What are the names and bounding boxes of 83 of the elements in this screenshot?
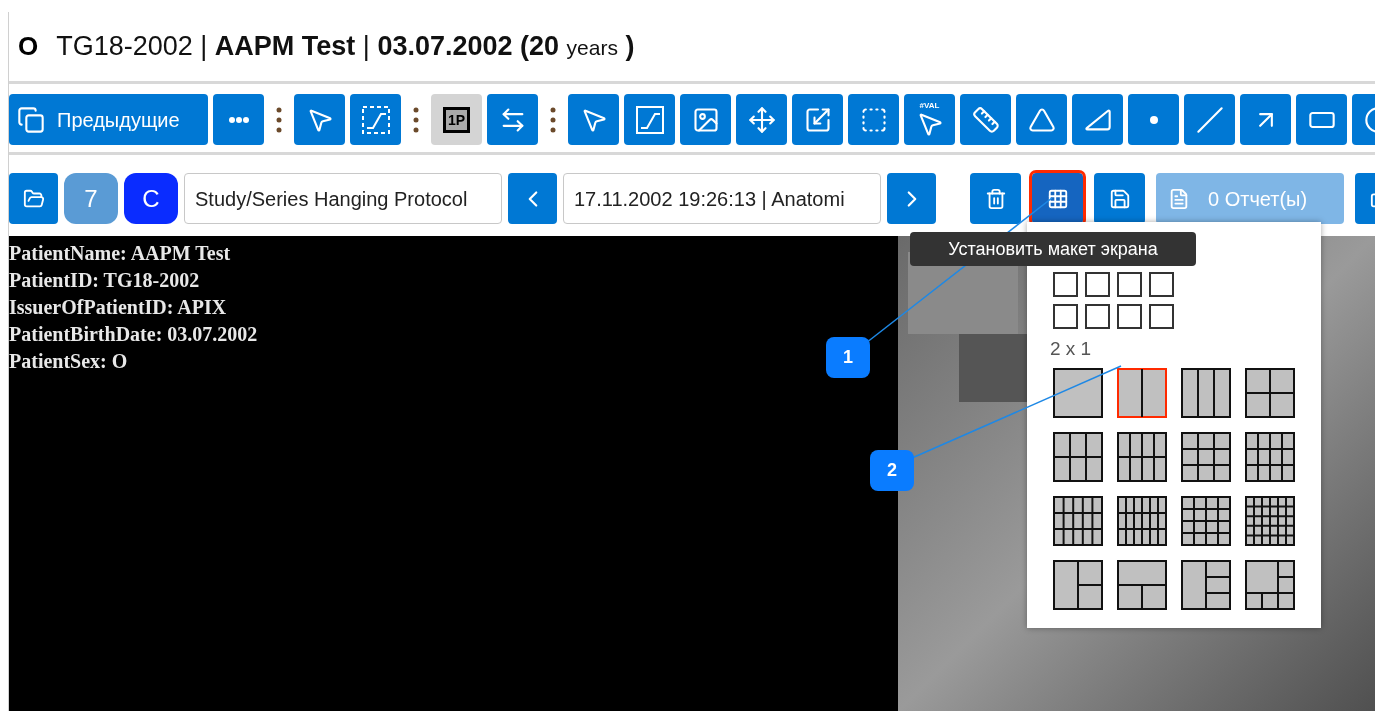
layout-option[interactable] bbox=[1181, 495, 1231, 546]
layout-option[interactable] bbox=[1117, 495, 1167, 546]
tool-button[interactable] bbox=[1240, 94, 1291, 145]
layout-option[interactable] bbox=[1181, 367, 1231, 418]
folder-button[interactable] bbox=[9, 173, 58, 224]
previous-button[interactable]: Предыдущие bbox=[9, 94, 208, 145]
patient-sex: O bbox=[18, 30, 39, 63]
tool-button[interactable] bbox=[213, 94, 264, 145]
grid-button[interactable] bbox=[1032, 173, 1083, 224]
layout-size-label: 2 x 1 bbox=[1050, 337, 1092, 361]
separator-icon bbox=[413, 106, 419, 133]
grid-picker-cell[interactable] bbox=[1117, 272, 1142, 297]
tooltip: Установить макет экрана bbox=[910, 232, 1196, 266]
grid-picker-cell[interactable] bbox=[1085, 272, 1110, 297]
grid-picker-cell[interactable] bbox=[1117, 304, 1142, 329]
layout-option[interactable] bbox=[1245, 559, 1295, 610]
ruler-icon bbox=[971, 105, 1000, 134]
separator-icon bbox=[550, 106, 556, 133]
tool-button[interactable] bbox=[624, 94, 675, 145]
dropdown-field[interactable]: 17.11.2002 19:26:13 | Anatomi bbox=[563, 173, 881, 224]
layout-option[interactable] bbox=[1053, 367, 1103, 418]
callout-badge: 1 bbox=[826, 337, 870, 378]
layout-option[interactable] bbox=[1245, 431, 1295, 482]
tool-button[interactable] bbox=[1016, 94, 1067, 145]
tool-button[interactable] bbox=[568, 94, 619, 145]
grid-picker-cell[interactable] bbox=[1149, 304, 1174, 329]
curve-box-icon bbox=[634, 104, 665, 135]
chevron-right-button[interactable] bbox=[887, 173, 936, 224]
layout-option[interactable] bbox=[1117, 431, 1167, 482]
save-button[interactable] bbox=[1094, 173, 1145, 224]
trash-button[interactable] bbox=[970, 173, 1021, 224]
grid-icon bbox=[1046, 187, 1069, 210]
tool-button[interactable] bbox=[792, 94, 843, 145]
layout-option[interactable] bbox=[1117, 367, 1167, 418]
chevron-left-button[interactable] bbox=[508, 173, 557, 224]
dicom-tag-text: PatientID: TG18-2002 bbox=[9, 268, 200, 293]
layout-option[interactable] bbox=[1053, 431, 1103, 482]
scale-icon bbox=[803, 105, 832, 134]
grid-picker-cell[interactable] bbox=[1085, 304, 1110, 329]
dicom-tag-text: IssuerOfPatientID: APIX bbox=[9, 295, 227, 320]
single-pane-mode-button[interactable]: 1P bbox=[431, 94, 482, 145]
tool-button[interactable] bbox=[1072, 94, 1123, 145]
tool-button[interactable] bbox=[1296, 94, 1347, 145]
patient-title: TG18-2002 | AAPM Test | 03.07.2002 (20 years ) bbox=[56, 30, 635, 64]
layout-option[interactable] bbox=[1053, 559, 1103, 610]
tool-button[interactable] bbox=[736, 94, 787, 145]
layout-option[interactable] bbox=[1181, 431, 1231, 482]
tool-button[interactable] bbox=[350, 94, 401, 145]
dot-icon bbox=[1149, 115, 1158, 124]
callout-badge: 2 bbox=[870, 450, 914, 491]
tool-button[interactable] bbox=[680, 94, 731, 145]
dropdown-field[interactable]: Study/Series Hanging Protocol bbox=[184, 173, 502, 224]
trash-icon bbox=[984, 187, 1007, 210]
layout-option[interactable] bbox=[1117, 559, 1167, 610]
tool-button[interactable] bbox=[1184, 94, 1235, 145]
grid-picker-cell[interactable] bbox=[1149, 272, 1174, 297]
grid-picker-cell[interactable] bbox=[1053, 272, 1078, 297]
document-icon bbox=[1168, 187, 1190, 210]
save-icon bbox=[1108, 187, 1131, 210]
curve-box-icon bbox=[360, 104, 391, 135]
move-icon bbox=[747, 105, 776, 134]
tool-button[interactable] bbox=[1128, 94, 1179, 145]
dicom-tag-text: PatientBirthDate: 03.07.2002 bbox=[9, 322, 258, 347]
ellipsis-icon bbox=[228, 116, 249, 123]
dashed-square-icon bbox=[859, 105, 888, 134]
tool-button[interactable] bbox=[960, 94, 1011, 145]
tool-button[interactable] bbox=[294, 94, 345, 145]
letter-button[interactable]: C bbox=[124, 173, 178, 224]
pixel-value-button[interactable]: #VAL bbox=[904, 94, 955, 145]
folder-icon bbox=[22, 187, 45, 210]
separator-icon bbox=[276, 106, 282, 133]
dicom-tag-text: PatientName: AAPM Test bbox=[9, 241, 231, 266]
tool-button[interactable] bbox=[848, 94, 899, 145]
grid-picker-cell[interactable] bbox=[1053, 304, 1078, 329]
layout-option[interactable] bbox=[1245, 367, 1295, 418]
layout-option[interactable] bbox=[1053, 495, 1103, 546]
tool-button[interactable] bbox=[487, 94, 538, 145]
image-icon bbox=[691, 105, 720, 134]
layout-option[interactable] bbox=[1245, 495, 1295, 546]
dicom-tag-text: PatientSex: O bbox=[9, 349, 128, 374]
layout-option[interactable] bbox=[1181, 559, 1231, 610]
copy-icon bbox=[17, 105, 45, 134]
line-icon bbox=[1195, 105, 1224, 134]
